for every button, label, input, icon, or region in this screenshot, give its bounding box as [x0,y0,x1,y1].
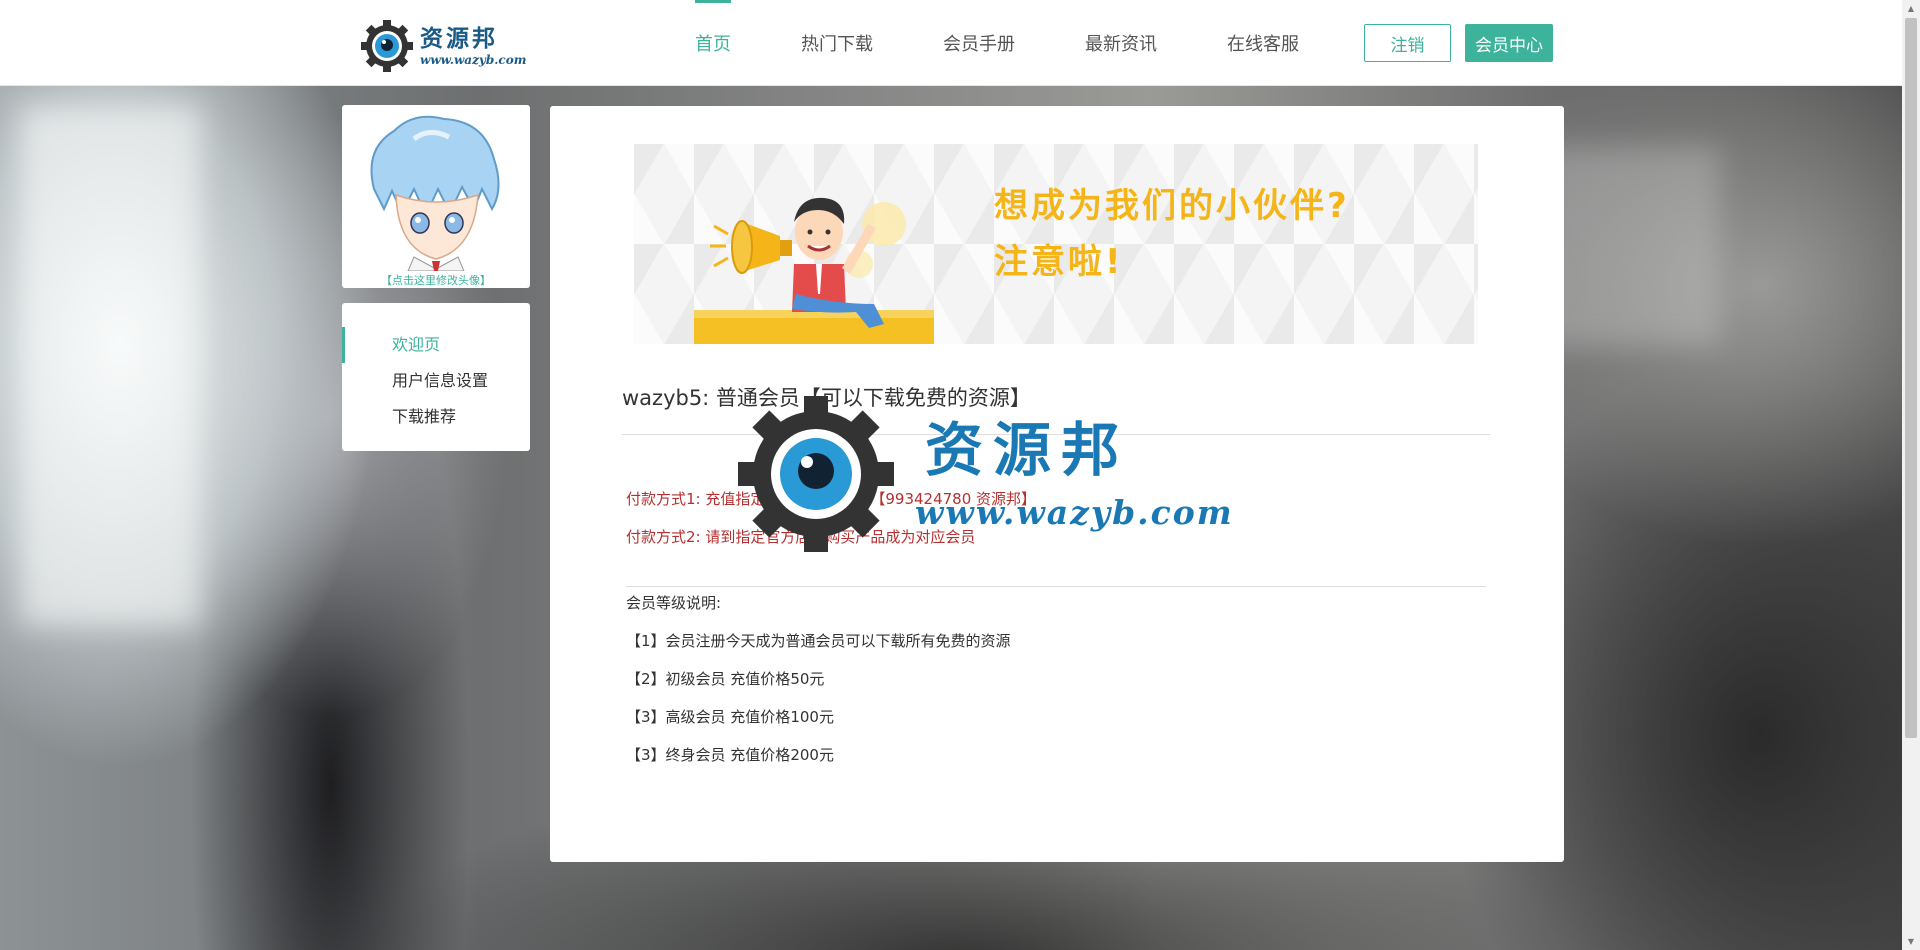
page-scrollbar[interactable]: ▲ ▼ [1902,0,1920,950]
partner-banner: 想成为我们的小伙伴? 注意啦! [634,144,1478,344]
nav-online-service[interactable]: 在线客服 [1192,0,1334,86]
level-item: 【3】终身会员 充值价格200元 [626,746,834,764]
avatar-card: 【点击这里修改头像】 [342,105,530,288]
banner-line-2: 注意啦! [994,242,1124,282]
sidebar-menu: 欢迎页 用户信息设置 下载推荐 [342,303,530,451]
scroll-thumb[interactable] [1905,18,1917,738]
megaphone-person-illustration [694,197,934,344]
payment-method-2: 付款方式2: 请到指定官方店铺购买产品成为对应会员 [626,528,976,546]
user-level-title: wazyb5: 普通会员【可以下载免费的资源】 [622,386,1031,410]
scroll-down-arrow-icon[interactable]: ▼ [1902,933,1920,950]
banner-text: 想成为我们的小伙伴? 注意啦! [994,178,1350,290]
nav-latest-news[interactable]: 最新资讯 [1050,0,1192,86]
nav-hot-downloads[interactable]: 热门下载 [766,0,908,86]
main-nav: 首页 热门下载 会员手册 最新资讯 在线客服 [660,0,1334,86]
avatar-edit-hint[interactable]: 【点击这里修改头像】 [342,272,530,288]
level-item: 【3】高级会员 充值价格100元 [626,708,834,726]
member-center-button[interactable]: 会员中心 [1465,24,1553,62]
nav-home[interactable]: 首页 [660,0,766,86]
divider [626,586,1486,587]
logo-text: 资源邦 [420,24,498,52]
level-description-title: 会员等级说明: [626,594,722,612]
scroll-up-arrow-icon[interactable]: ▲ [1902,0,1920,17]
payment-method-1: 付款方式1: 充值指定官方支付宝账号【993424780 资源邦】 [626,490,1037,508]
level-item: 【2】初级会员 充值价格50元 [626,670,825,688]
logout-button[interactable]: 注销 [1364,24,1451,62]
logo-url: www.wazyb.com [420,52,527,67]
gear-eye-logo-icon [361,20,413,72]
site-logo[interactable]: 资源邦 www.wazyb.com [360,18,526,74]
avatar[interactable] [354,109,516,271]
main-panel: 想成为我们的小伙伴? 注意啦! wazyb5: 普通会员【可以下载免费的资源】 … [550,106,1564,862]
nav-member-manual[interactable]: 会员手册 [908,0,1050,86]
sidebar-item-welcome[interactable]: 欢迎页 [342,327,530,363]
sidebar-item-download-recommend[interactable]: 下载推荐 [342,399,530,435]
level-item: 【1】会员注册今天成为普通会员可以下载所有免费的资源 [626,632,1011,650]
divider [622,434,1490,435]
top-header: 资源邦 www.wazyb.com 首页 热门下载 会员手册 最新资讯 在线客服… [0,0,1902,86]
sidebar-item-user-settings[interactable]: 用户信息设置 [342,363,530,399]
banner-line-1: 想成为我们的小伙伴? [994,186,1350,226]
